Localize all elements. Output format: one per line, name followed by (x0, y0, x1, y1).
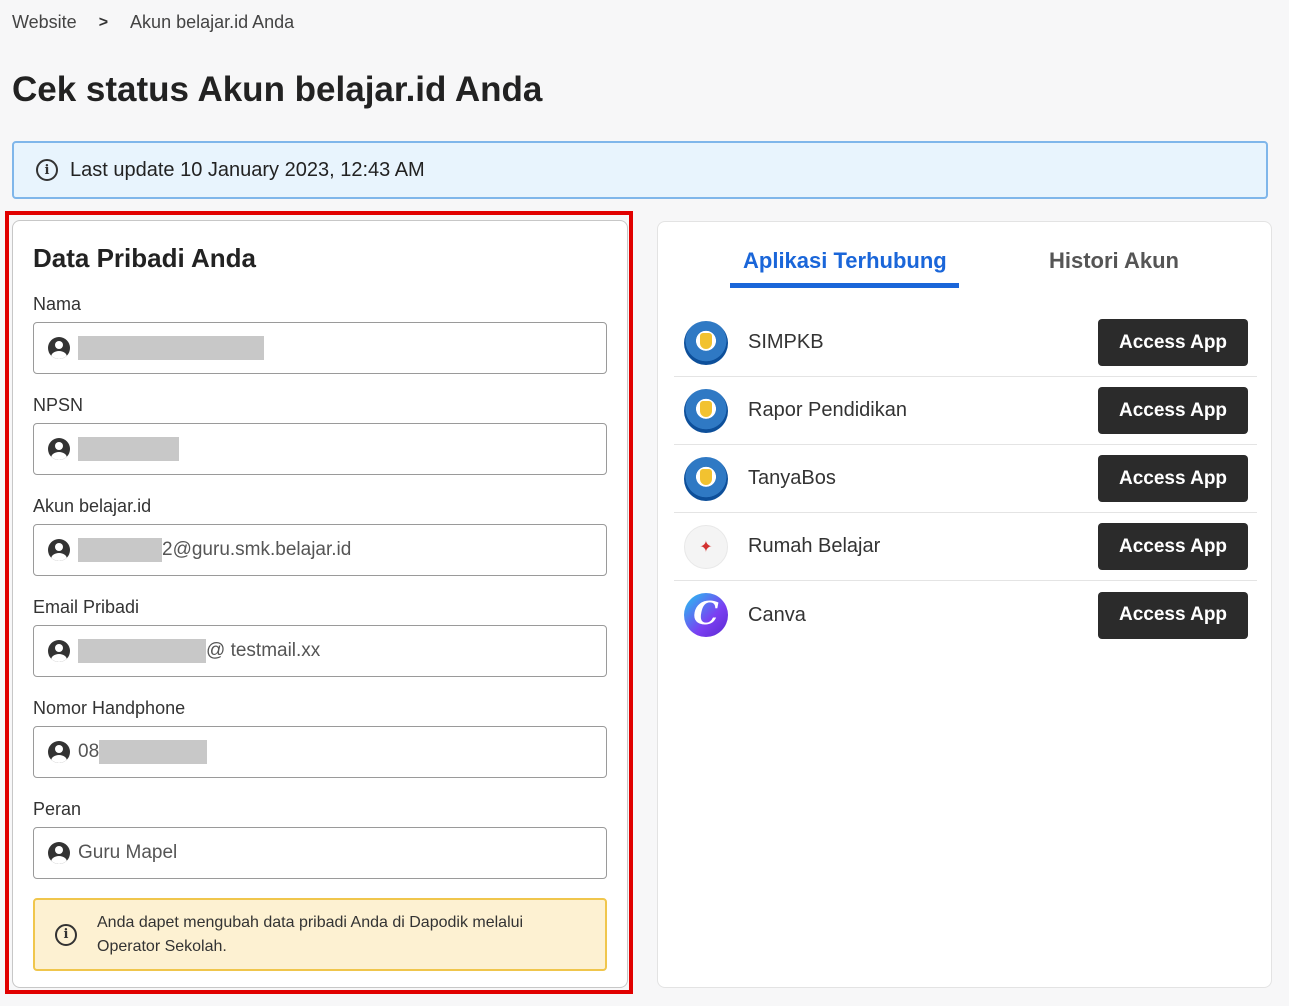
user-icon (48, 741, 70, 763)
info-icon: i (36, 159, 58, 181)
user-icon (48, 640, 70, 662)
user-icon (48, 539, 70, 561)
app-name: Canva (748, 603, 806, 626)
note-text: Anda dapet mengubah data pribadi Anda di… (97, 913, 524, 955)
page-title: Cek status Akun belajar.id Anda (12, 70, 543, 109)
field-label-npsn: NPSN (33, 395, 84, 415)
redacted-block (78, 437, 179, 461)
redacted-block (78, 639, 206, 663)
nama-field[interactable] (33, 322, 607, 374)
access-app-button-canva[interactable]: Access App (1098, 591, 1248, 639)
phone-field[interactable]: 08 (33, 726, 607, 778)
field-label-nama: Nama (33, 294, 82, 314)
email-value: @ testmail.xx (206, 640, 321, 661)
active-tab-indicator (730, 283, 959, 288)
app-name: Rumah Belajar (748, 535, 881, 557)
app-row-tanyabos: TanyaBos Access App (674, 445, 1257, 513)
rumah-belajar-logo-icon: ✦ (684, 524, 728, 569)
user-icon (48, 337, 70, 359)
access-app-button-rapor[interactable]: Access App (1098, 387, 1248, 434)
field-label-email: Email Pribadi (33, 597, 140, 617)
app-row-rumah-belajar: ✦ Rumah Belajar Access App (674, 513, 1257, 581)
redacted-block (78, 336, 264, 360)
personal-data-card: Data Pribadi Anda Nama NPSN Akun belajar… (12, 220, 628, 988)
akun-belajar-value: 2@guru.smk.belajar.id (162, 539, 352, 560)
phone-value: 08 (78, 741, 100, 762)
peran-value: Guru Mapel (78, 842, 178, 863)
tab-aplikasi-terhubung[interactable]: Aplikasi Terhubung (743, 248, 947, 274)
breadcrumb-chevron-icon: > (98, 13, 109, 31)
info-icon: i (55, 923, 77, 946)
app-name: TanyaBos (748, 467, 836, 489)
kemdikbud-logo-icon (684, 456, 728, 501)
redacted-block (78, 538, 162, 562)
canva-logo-icon: C (684, 593, 728, 637)
breadcrumb-website-link[interactable]: Website (12, 12, 77, 33)
field-label-peran: Peran (33, 799, 82, 819)
npsn-field[interactable] (33, 423, 607, 475)
app-row-simpkb: SIMPKB Access App (674, 309, 1257, 377)
last-update-text: Last update 10 January 2023, 12:43 AM (70, 158, 425, 181)
user-icon (48, 842, 70, 864)
breadcrumb-current: Akun belajar.id Anda (130, 12, 295, 32)
kemdikbud-logo-icon (684, 320, 728, 365)
breadcrumb: Website > Akun belajar.id Anda (12, 12, 294, 33)
card-title: Data Pribadi Anda (33, 243, 256, 273)
redacted-block (99, 740, 208, 764)
app-name: Rapor Pendidikan (748, 399, 907, 421)
access-app-button-rumah-belajar[interactable]: Access App (1098, 523, 1248, 570)
tab-histori-akun[interactable]: Histori Akun (1049, 248, 1179, 274)
kemdikbud-logo-icon (684, 388, 728, 433)
akun-belajar-field[interactable]: 2@guru.smk.belajar.id (33, 524, 607, 576)
app-name: SIMPKB (748, 331, 824, 353)
user-icon (48, 438, 70, 460)
field-label-akun: Akun belajar.id (33, 496, 152, 516)
access-app-button-simpkb[interactable]: Access App (1098, 319, 1248, 366)
connected-apps-card: Aplikasi Terhubung Histori Akun SIMPKB A… (657, 221, 1272, 988)
email-field[interactable]: @ testmail.xx (33, 625, 607, 677)
field-label-phone: Nomor Handphone (33, 698, 186, 718)
access-app-button-tanyabos[interactable]: Access App (1098, 455, 1248, 502)
last-update-banner: i Last update 10 January 2023, 12:43 AM (12, 141, 1268, 199)
dapodik-note: i Anda dapet mengubah data pribadi Anda … (33, 898, 607, 971)
peran-field[interactable]: Guru Mapel (33, 827, 607, 879)
app-row-canva: C Canva Access App (674, 581, 1257, 649)
app-row-rapor: Rapor Pendidikan Access App (674, 377, 1257, 445)
